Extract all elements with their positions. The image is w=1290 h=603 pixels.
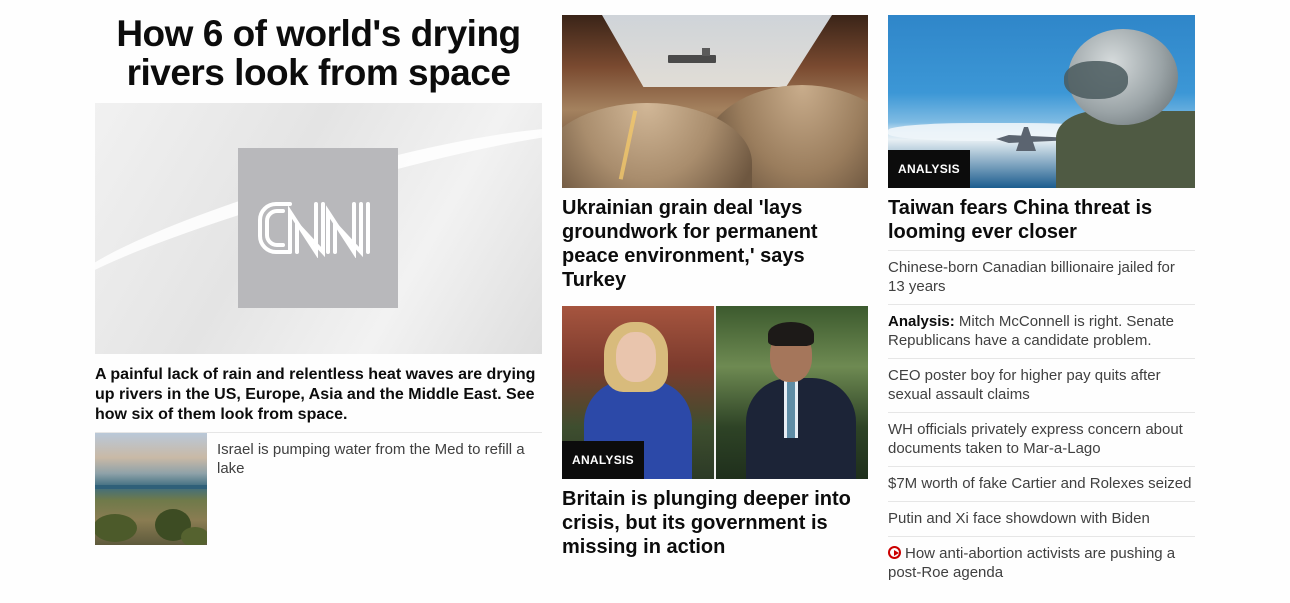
list-item-prefix: Analysis: bbox=[888, 313, 955, 330]
sea-horizon bbox=[602, 15, 832, 87]
related-story-text[interactable]: Israel is pumping water from the Med to … bbox=[217, 440, 537, 478]
list-item-video[interactable]: How anti-abortion activists are pushing … bbox=[888, 536, 1195, 590]
lead-image[interactable] bbox=[95, 103, 542, 354]
grain-deal-headline[interactable]: Ukrainian grain deal 'lays groundwork fo… bbox=[562, 196, 862, 292]
person-right-tie bbox=[787, 382, 795, 438]
landscape-image bbox=[95, 485, 207, 545]
play-video-icon bbox=[888, 546, 901, 559]
cnn-logo-icon bbox=[258, 202, 370, 258]
cnn-logo-placeholder bbox=[238, 148, 398, 308]
list-item[interactable]: WH officials privately express concern a… bbox=[888, 412, 1195, 466]
list-item[interactable]: CEO poster boy for higher pay quits afte… bbox=[888, 358, 1195, 412]
britain-crisis-headline[interactable]: Britain is plunging deeper into crisis, … bbox=[562, 487, 862, 559]
list-item[interactable]: Analysis: Mitch McConnell is right. Sena… bbox=[888, 304, 1195, 358]
list-item-text: Chinese-born Canadian billionaire jailed… bbox=[888, 259, 1175, 295]
ship-bridge bbox=[702, 48, 710, 56]
analysis-badge: ANALYSIS bbox=[888, 150, 970, 188]
pilot-visor bbox=[1064, 61, 1128, 99]
person-right-body bbox=[746, 378, 856, 479]
related-story-israel[interactable]: Israel is pumping water from the Med to … bbox=[95, 433, 542, 545]
headline-list: Chinese-born Canadian billionaire jailed… bbox=[888, 250, 1195, 590]
photo-divider bbox=[714, 306, 716, 479]
list-item[interactable]: Putin and Xi face showdown with Biden bbox=[888, 501, 1195, 536]
taiwan-headline[interactable]: Taiwan fears China threat is looming eve… bbox=[888, 196, 1188, 244]
grain-ship-image[interactable] bbox=[562, 15, 868, 188]
list-item-text: How anti-abortion activists are pushing … bbox=[888, 545, 1176, 581]
lead-headline[interactable]: How 6 of world's drying rivers look from… bbox=[95, 14, 542, 92]
list-item[interactable]: $7M worth of fake Cartier and Rolexes se… bbox=[888, 466, 1195, 501]
list-item-text: Putin and Xi face showdown with Biden bbox=[888, 510, 1150, 527]
taiwan-pilot-image[interactable]: ANALYSIS bbox=[888, 15, 1195, 188]
list-item-text: $7M worth of fake Cartier and Rolexes se… bbox=[888, 475, 1192, 492]
britain-politicians-image[interactable]: ANALYSIS bbox=[562, 306, 868, 479]
lead-summary[interactable]: A painful lack of rain and relentless he… bbox=[95, 365, 540, 425]
list-item[interactable]: Chinese-born Canadian billionaire jailed… bbox=[888, 250, 1195, 304]
list-item-text: WH officials privately express concern a… bbox=[888, 421, 1183, 457]
cargo-ship bbox=[668, 55, 716, 63]
list-item-text: CEO poster boy for higher pay quits afte… bbox=[888, 367, 1161, 403]
israel-lake-thumbnail[interactable] bbox=[95, 433, 207, 545]
person-left-face bbox=[616, 332, 656, 382]
lead-story-column: How 6 of world's drying rivers look from… bbox=[95, 14, 542, 545]
analysis-badge: ANALYSIS bbox=[562, 441, 644, 479]
person-right-hair bbox=[768, 322, 814, 346]
